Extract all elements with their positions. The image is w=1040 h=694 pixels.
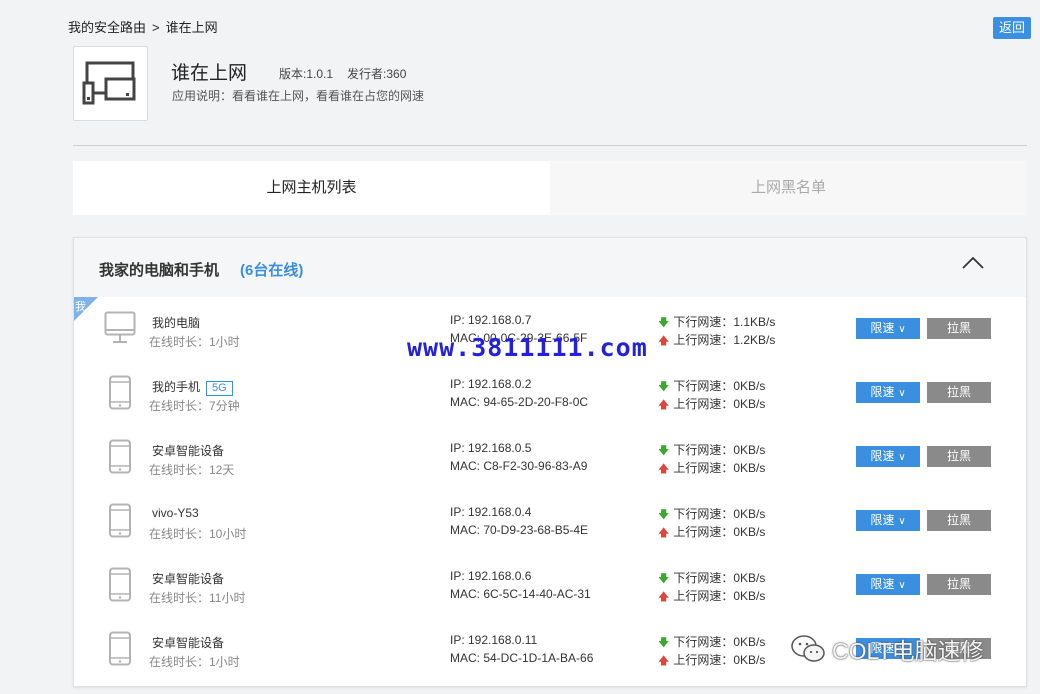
wechat-icon xyxy=(791,635,825,662)
online-duration: 在线时长：7分钟 xyxy=(149,399,240,413)
device-ip: IP: 192.168.0.11 xyxy=(450,633,538,647)
down-arrow-icon: 🡇 xyxy=(658,509,670,521)
app-version: 版本:1.0.1 xyxy=(279,67,334,81)
limit-speed-button[interactable]: 限速 ∨ xyxy=(856,510,920,531)
device-mac: MAC: 70-D9-23-68-B5-4E xyxy=(450,523,589,537)
device-ip: IP: 192.168.0.5 xyxy=(450,441,532,455)
chevron-down-icon: ∨ xyxy=(898,516,906,527)
up-arrow-icon: 🡅 xyxy=(658,591,670,603)
online-duration: 在线时长：1小时 xyxy=(149,655,240,669)
block-button[interactable]: 拉黑 xyxy=(927,318,991,339)
app-title: 谁在上网 xyxy=(171,63,248,84)
download-speed: 🡇 下行网速：0KB/s xyxy=(658,379,766,393)
download-speed: 🡇 下行网速：0KB/s xyxy=(658,635,766,649)
chevron-down-icon: ∨ xyxy=(898,580,906,591)
device-name: 安卓智能设备 xyxy=(152,636,225,650)
limit-speed-button[interactable]: 限速 ∨ xyxy=(856,446,920,467)
breadcrumb-current: 谁在上网 xyxy=(165,20,218,35)
chevron-up-icon[interactable] xyxy=(962,256,984,270)
device-row: 安卓智能设备 在线时长：11小时 IP: 192.168.0.6 MAC: 6C… xyxy=(74,553,1026,617)
divider xyxy=(73,145,1027,146)
online-duration: 在线时长：12天 xyxy=(149,463,235,477)
band-5g-badge: 5G xyxy=(206,381,233,396)
limit-speed-button[interactable]: 限速 ∨ xyxy=(856,318,920,339)
phone-icon xyxy=(109,631,131,666)
chevron-down-icon: ∨ xyxy=(898,452,906,463)
app-description: 应用说明：看看谁在上网，看看谁在占您的网速 xyxy=(172,89,425,103)
phone-icon xyxy=(109,375,131,410)
block-button[interactable]: 拉黑 xyxy=(927,446,991,467)
phone-icon xyxy=(109,567,131,602)
block-button[interactable]: 拉黑 xyxy=(927,574,991,595)
download-speed: 🡇 下行网速：1.1KB/s xyxy=(658,315,776,329)
download-speed: 🡇 下行网速：0KB/s xyxy=(658,507,766,521)
upload-speed: 🡅 上行网速：0KB/s xyxy=(658,525,766,539)
down-arrow-icon: 🡇 xyxy=(658,381,670,393)
device-ip: IP: 192.168.0.6 xyxy=(450,569,532,583)
up-arrow-icon: 🡅 xyxy=(658,527,670,539)
tab-blacklist[interactable]: 上网黑名单 xyxy=(550,161,1027,215)
desktop-icon xyxy=(104,311,136,343)
device-mac: MAC: 94-65-2D-20-F8-0C xyxy=(450,395,589,409)
phone-icon xyxy=(109,439,131,474)
app-meta: 版本:1.0.1 发行者:360 xyxy=(279,65,406,82)
device-name: 安卓智能设备 xyxy=(152,572,225,586)
tab-host-list[interactable]: 上网主机列表 xyxy=(73,161,550,215)
down-arrow-icon: 🡇 xyxy=(658,573,670,585)
breadcrumb-separator: > xyxy=(152,20,160,35)
up-arrow-icon: 🡅 xyxy=(658,399,670,411)
device-panel: 我家的电脑和手机 (6台在线) 我 我的电脑 在线时长：1小时 IP: 192.… xyxy=(73,237,1027,687)
device-row: vivo-Y53 在线时长：10小时 IP: 192.168.0.4 MAC: … xyxy=(74,489,1026,553)
monitor-devices-icon xyxy=(82,61,136,105)
device-row: 我的手机 5G 在线时长：7分钟 IP: 192.168.0.2 MAC: 94-… xyxy=(74,361,1026,425)
phone-icon xyxy=(109,503,131,538)
wechat-watermark: COLT电脑速修 xyxy=(790,632,984,666)
block-button[interactable]: 拉黑 xyxy=(927,510,991,531)
website-watermark: www.3811111.com xyxy=(407,333,648,362)
panel-header[interactable]: 我家的电脑和手机 (6台在线) xyxy=(74,238,1026,297)
upload-speed: 🡅 上行网速：0KB/s xyxy=(658,589,766,603)
back-button[interactable]: 返回 xyxy=(993,17,1031,39)
device-mac: MAC: C8-F2-30-96-83-A9 xyxy=(450,459,588,473)
block-button[interactable]: 拉黑 xyxy=(927,382,991,403)
device-name: 我的电脑 xyxy=(152,316,201,330)
chevron-down-icon: ∨ xyxy=(898,324,906,335)
device-ip: IP: 192.168.0.4 xyxy=(450,505,532,519)
device-name: 我的手机 5G xyxy=(152,378,233,396)
online-duration: 在线时长：10小时 xyxy=(149,527,247,541)
device-mac: MAC: 6C-5C-14-40-AC-31 xyxy=(450,587,591,601)
upload-speed: 🡅 上行网速：0KB/s xyxy=(658,461,766,475)
breadcrumb: 我的安全路由 > 谁在上网 xyxy=(68,17,218,36)
limit-speed-button[interactable]: 限速 ∨ xyxy=(856,574,920,595)
up-arrow-icon: 🡅 xyxy=(658,463,670,475)
download-speed: 🡇 下行网速：0KB/s xyxy=(658,443,766,457)
up-arrow-icon: 🡅 xyxy=(658,335,670,347)
device-name: vivo-Y53 xyxy=(152,506,199,520)
device-ip: IP: 192.168.0.7 xyxy=(450,313,532,327)
upload-speed: 🡅 上行网速：1.2KB/s xyxy=(658,333,776,347)
wechat-account-name: COLT电脑速修 xyxy=(832,638,984,664)
device-ip: IP: 192.168.0.2 xyxy=(450,377,532,391)
device-name: 安卓智能设备 xyxy=(152,444,225,458)
app-publisher: 发行者:360 xyxy=(347,67,407,81)
breadcrumb-parent[interactable]: 我的安全路由 xyxy=(68,20,146,35)
online-duration: 在线时长：11小时 xyxy=(149,591,246,605)
tab-bar: 上网主机列表 上网黑名单 xyxy=(73,161,1027,215)
down-arrow-icon: 🡇 xyxy=(658,317,670,329)
online-duration: 在线时长：1小时 xyxy=(149,335,240,349)
online-count: (6台在线) xyxy=(240,262,304,279)
chevron-down-icon: ∨ xyxy=(898,388,906,399)
down-arrow-icon: 🡇 xyxy=(658,637,670,649)
upload-speed: 🡅 上行网速：0KB/s xyxy=(658,397,766,411)
app-icon xyxy=(73,46,148,121)
up-arrow-icon: 🡅 xyxy=(658,655,670,667)
panel-title: 我家的电脑和手机 xyxy=(99,262,220,279)
download-speed: 🡇 下行网速：0KB/s xyxy=(658,571,766,585)
device-row: 安卓智能设备 在线时长：12天 IP: 192.168.0.5 MAC: C8-… xyxy=(74,425,1026,489)
upload-speed: 🡅 上行网速：0KB/s xyxy=(658,653,766,667)
down-arrow-icon: 🡇 xyxy=(658,445,670,457)
limit-speed-button[interactable]: 限速 ∨ xyxy=(856,382,920,403)
device-mac: MAC: 54-DC-1D-1A-BA-66 xyxy=(450,651,594,665)
